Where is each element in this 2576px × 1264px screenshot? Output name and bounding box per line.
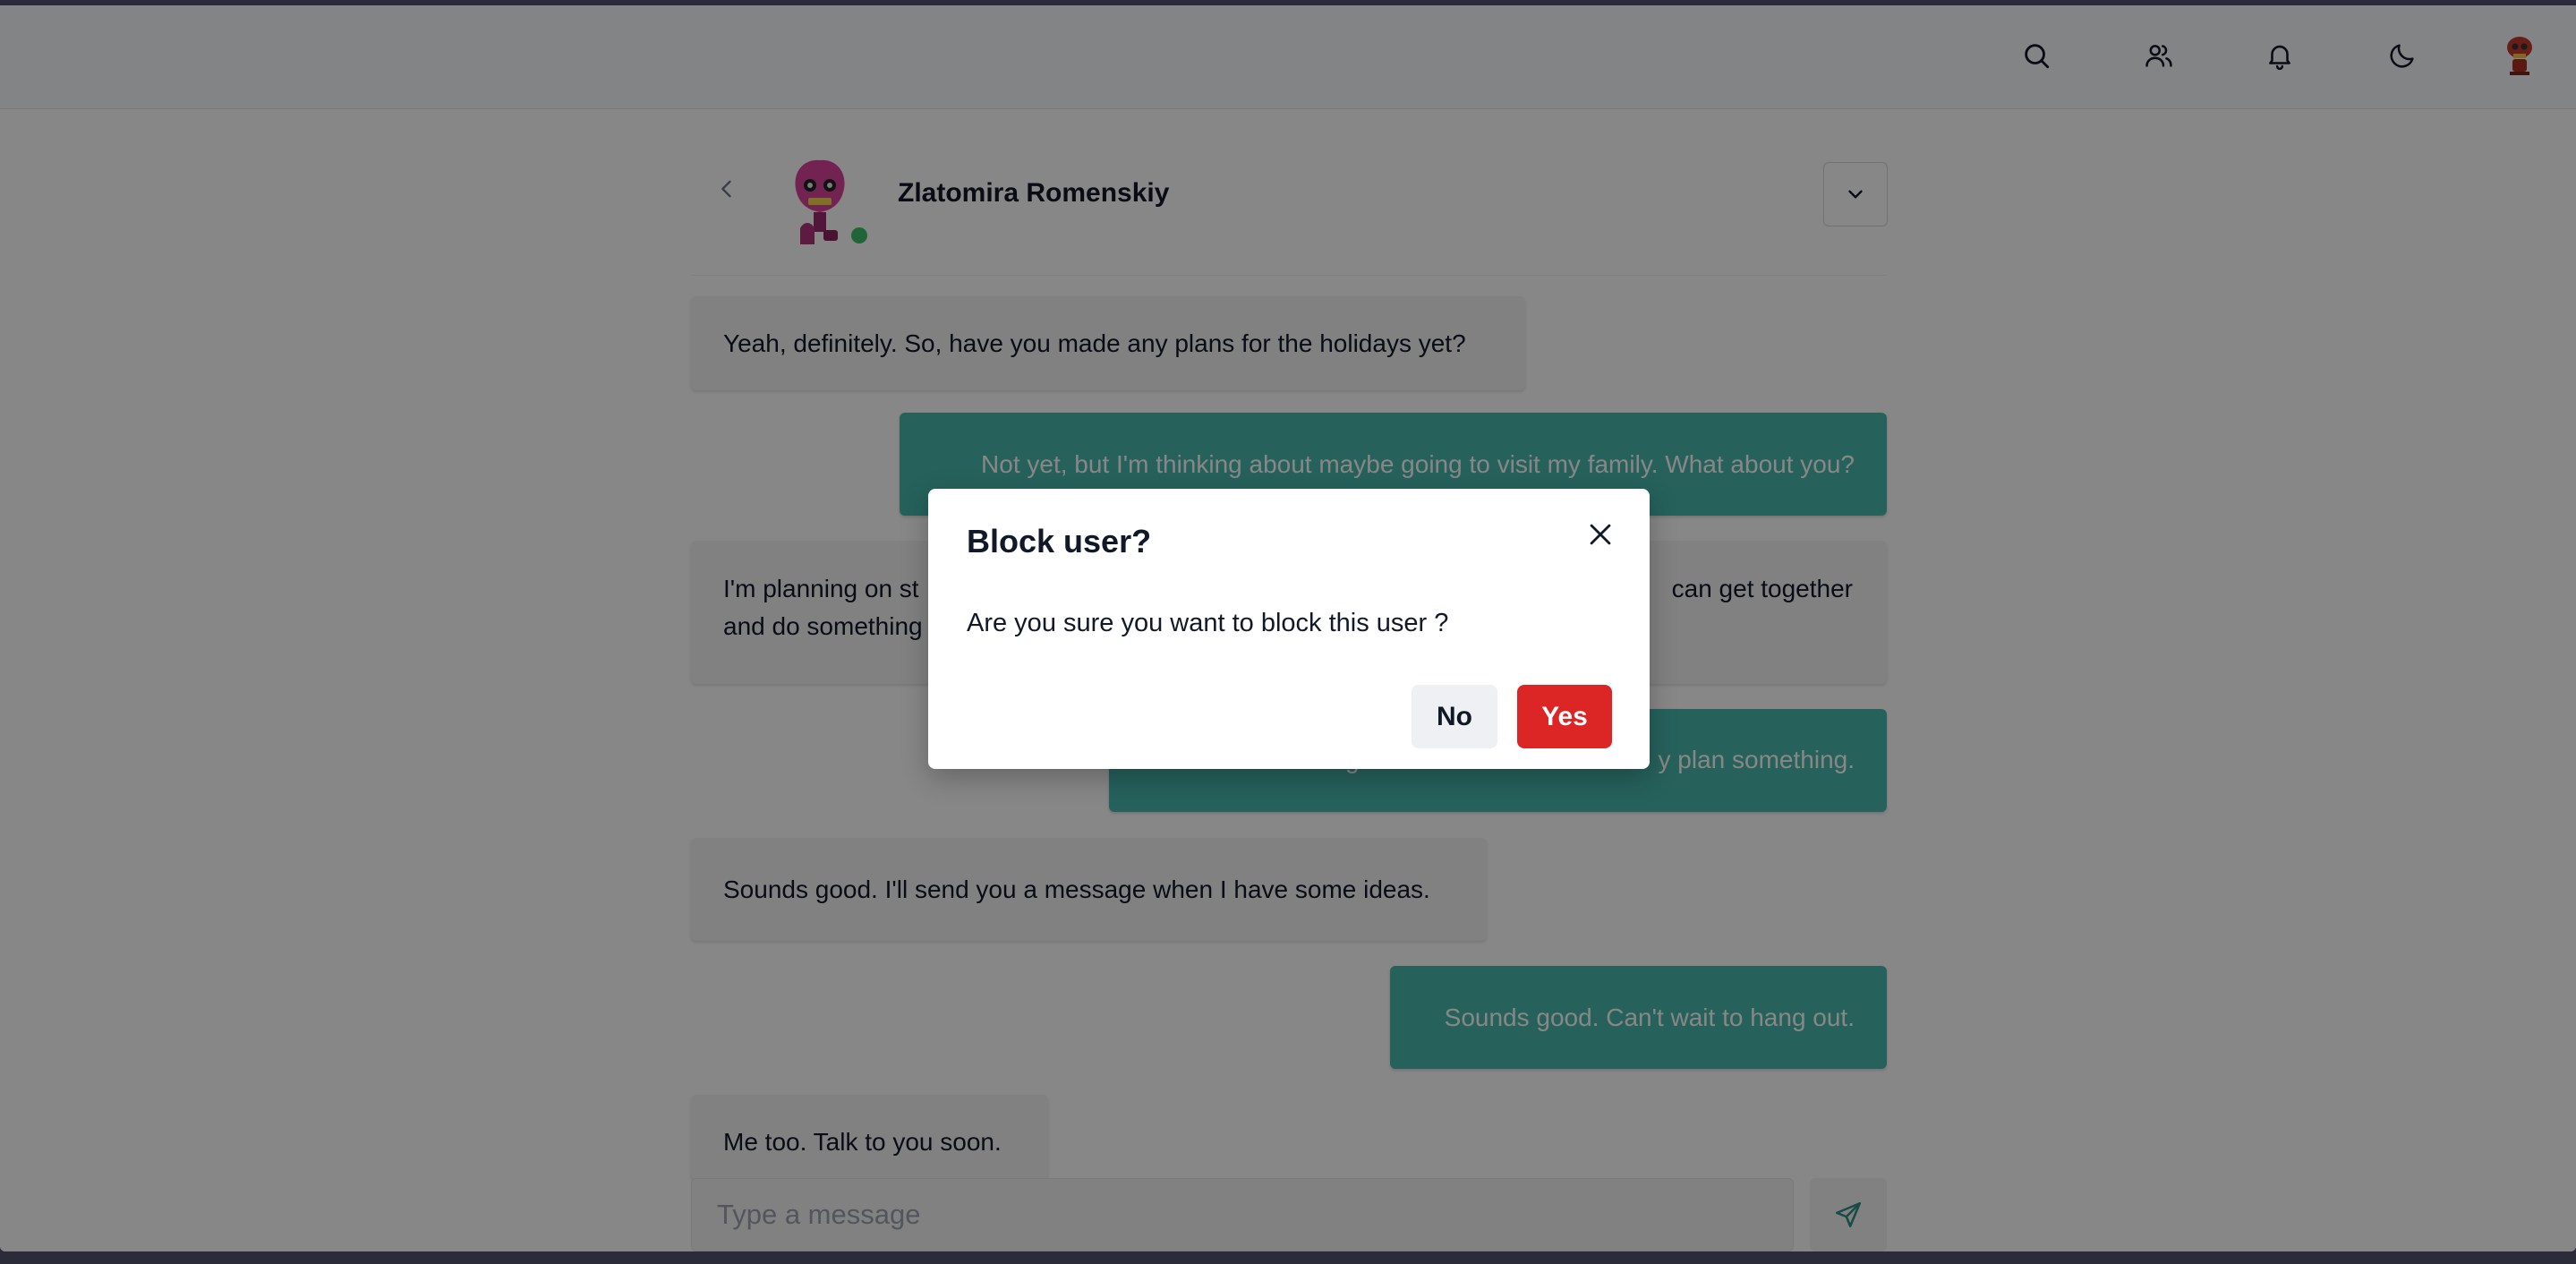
block-user-dialog: Block user? Are you sure you want to blo… bbox=[928, 489, 1650, 769]
dialog-message: Are you sure you want to block this user… bbox=[967, 609, 1449, 637]
app-window: Zlatomira Romenskiy Yeah, definitely. So… bbox=[0, 5, 2576, 1251]
no-button[interactable]: No bbox=[1412, 685, 1497, 748]
yes-button[interactable]: Yes bbox=[1517, 685, 1612, 748]
dialog-title: Block user? bbox=[967, 523, 1152, 559]
close-icon[interactable] bbox=[1585, 519, 1621, 555]
